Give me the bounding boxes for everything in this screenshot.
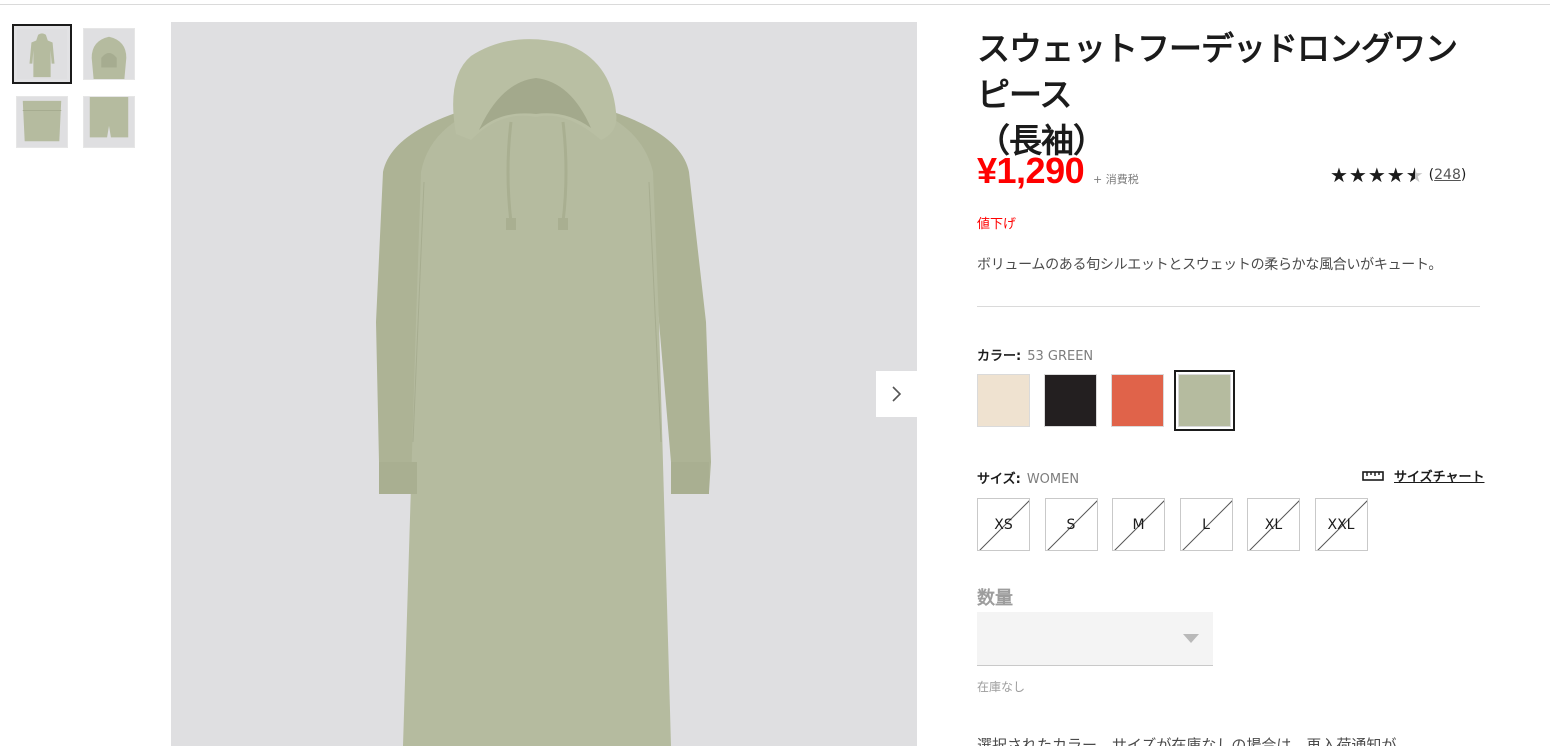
product-price: ¥1,290 xyxy=(977,150,1085,191)
color-swatch-orange[interactable] xyxy=(1111,374,1164,427)
rating[interactable]: ★★★★★ ★★★★★ (248) xyxy=(1330,164,1466,186)
section-divider xyxy=(977,306,1480,307)
stock-status: 在庫なし xyxy=(977,680,1026,694)
size-option-label: M xyxy=(1132,516,1145,533)
review-count: 248 xyxy=(1434,167,1461,183)
chevron-right-icon xyxy=(891,386,901,402)
size-label: サイズ: WOMEN xyxy=(977,468,1079,487)
size-option-label: XS xyxy=(994,516,1013,533)
top-divider xyxy=(0,4,1550,5)
size-chart-label: サイズチャート xyxy=(1394,470,1485,485)
hood-detail-thumbnail-icon xyxy=(84,29,134,79)
product-title: スウェットフーデッドロングワンピース （長袖） xyxy=(977,26,1487,164)
color-swatches xyxy=(977,370,1245,431)
size-options: XS S M L XL XXL xyxy=(977,498,1382,551)
next-image-button[interactable] xyxy=(876,371,917,417)
dropdown-arrow-icon xyxy=(1183,634,1199,643)
color-swatch-green[interactable] xyxy=(1174,370,1235,431)
dress-image-icon xyxy=(171,22,917,746)
thumbnail-hood[interactable] xyxy=(83,28,135,80)
fabric-detail-thumbnail-icon xyxy=(17,97,67,147)
size-chart-link[interactable]: サイズチャート xyxy=(1362,466,1484,485)
ruler-icon xyxy=(1362,470,1384,481)
thumbnail-fabric[interactable] xyxy=(16,96,68,148)
thumbnail-hem[interactable] xyxy=(83,96,135,148)
size-option-xl[interactable]: XL xyxy=(1247,498,1300,551)
size-label-key: サイズ: xyxy=(977,472,1021,487)
quantity-label: 数量 xyxy=(977,588,1013,609)
size-category: WOMEN xyxy=(1026,472,1080,487)
size-option-m[interactable]: M xyxy=(1112,498,1165,551)
size-option-xs[interactable]: XS xyxy=(977,498,1030,551)
color-label: カラー: 53 GREEN xyxy=(977,345,1093,364)
price-down-tag: 値下げ xyxy=(977,217,1017,232)
hem-detail-thumbnail-icon xyxy=(84,97,134,147)
product-title-line1: スウェットフーデッドロングワンピース xyxy=(977,29,1458,114)
main-product-image xyxy=(171,22,917,746)
quantity-select[interactable] xyxy=(977,612,1213,666)
size-option-label: XL xyxy=(1264,516,1283,533)
color-label-key: カラー: xyxy=(977,349,1022,364)
size-option-l[interactable]: L xyxy=(1179,498,1233,551)
size-option-label: XXL xyxy=(1327,516,1355,533)
color-swatch-natural[interactable] xyxy=(977,374,1030,427)
thumbnail-dress-front[interactable] xyxy=(12,24,72,84)
size-option-s[interactable]: S xyxy=(1044,498,1098,551)
tax-note: + 消費税 xyxy=(1093,173,1139,186)
restock-notice: 選択されたカラー、サイズが在庫なしの場合は、再入荷通知が xyxy=(977,736,1397,746)
dress-front-thumbnail-icon xyxy=(17,29,67,79)
star-rating-icon: ★★★★★ ★★★★★ xyxy=(1330,163,1425,187)
product-description: ボリュームのある旬シルエットとスウェットの柔らかな風合いがキュート。 xyxy=(977,257,1443,273)
color-swatch-black[interactable] xyxy=(1044,374,1097,427)
size-option-xxl[interactable]: XXL xyxy=(1314,498,1368,551)
size-option-label: L xyxy=(1202,516,1210,533)
color-selected-value: 53 GREEN xyxy=(1027,349,1094,364)
review-count-link[interactable]: (248) xyxy=(1429,167,1467,183)
size-option-label: S xyxy=(1066,516,1076,533)
